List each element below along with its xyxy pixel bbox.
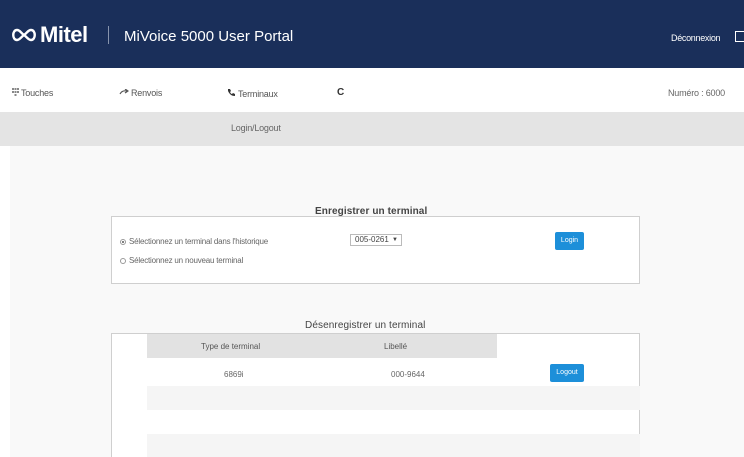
table-header: Type de terminal Libellé — [147, 334, 497, 358]
brand-name: Mitel — [40, 22, 88, 47]
subnav-login-logout[interactable]: Login/Logout — [231, 123, 281, 133]
radio-option-history[interactable]: Sélectionnez un terminal dans l'historiq… — [120, 237, 268, 246]
radio-option-new[interactable]: Sélectionnez un nouveau terminal — [120, 256, 243, 265]
nav-item-terminaux[interactable]: Terminaux — [227, 88, 278, 99]
sub-nav: Login/Logout — [0, 112, 744, 146]
logout-button[interactable]: Logout — [550, 364, 584, 382]
phone-icon — [227, 88, 236, 99]
nav-label-active: C — [337, 87, 345, 98]
radio-new-label: Sélectionnez un nouveau terminal — [129, 256, 244, 265]
nav-label-touches: Touches — [21, 88, 54, 98]
chevron-down-icon: ▼ — [392, 237, 398, 243]
nav-item-touches[interactable]: Touches — [12, 88, 53, 98]
table-row-empty — [147, 386, 640, 410]
column-header-label: Libellé — [384, 342, 408, 351]
unregister-title: Désenregistrer un terminal — [305, 320, 426, 331]
column-header-type: Type de terminal — [201, 342, 261, 351]
nav-item-renvois[interactable]: Renvois — [119, 88, 162, 98]
radio-history[interactable] — [120, 238, 126, 245]
logout-icon[interactable] — [735, 31, 744, 42]
radio-new[interactable] — [120, 257, 126, 264]
cell-terminal-label: 000-9644 — [391, 370, 425, 379]
user-number: Numéro : 6000 — [668, 88, 725, 98]
radio-history-label: Sélectionnez un terminal dans l'historiq… — [129, 237, 268, 246]
app-title: MiVoice 5000 User Portal — [124, 28, 294, 45]
nav-label-terminaux: Terminaux — [238, 88, 278, 99]
register-panel: Sélectionnez un terminal dans l'historiq… — [111, 216, 640, 284]
unregister-panel: Type de terminal Libellé 6869i 000-9644 … — [111, 333, 640, 457]
nav-item-active[interactable]: C — [337, 87, 407, 101]
app-header: Mitel MiVoice 5000 User Portal Déconnexi… — [0, 0, 744, 68]
terminal-history-select[interactable]: 005-0261 ▼ — [350, 234, 402, 246]
nav-label-renvois: Renvois — [131, 88, 163, 98]
select-value: 005-0261 — [355, 235, 389, 244]
table-row-empty — [147, 410, 640, 434]
header-divider — [108, 26, 109, 44]
login-button[interactable]: Login — [555, 232, 584, 250]
table-row-empty — [147, 434, 640, 457]
cell-terminal-type: 6869i — [224, 370, 244, 379]
mitel-logo-icon — [10, 27, 38, 43]
keypad-icon — [12, 88, 19, 98]
table-row: 6869i 000-9644 Logout — [147, 362, 640, 386]
forward-arrow-icon — [119, 88, 130, 98]
mitel-logo: Mitel — [10, 24, 88, 46]
logout-link[interactable]: Déconnexion — [671, 33, 721, 43]
